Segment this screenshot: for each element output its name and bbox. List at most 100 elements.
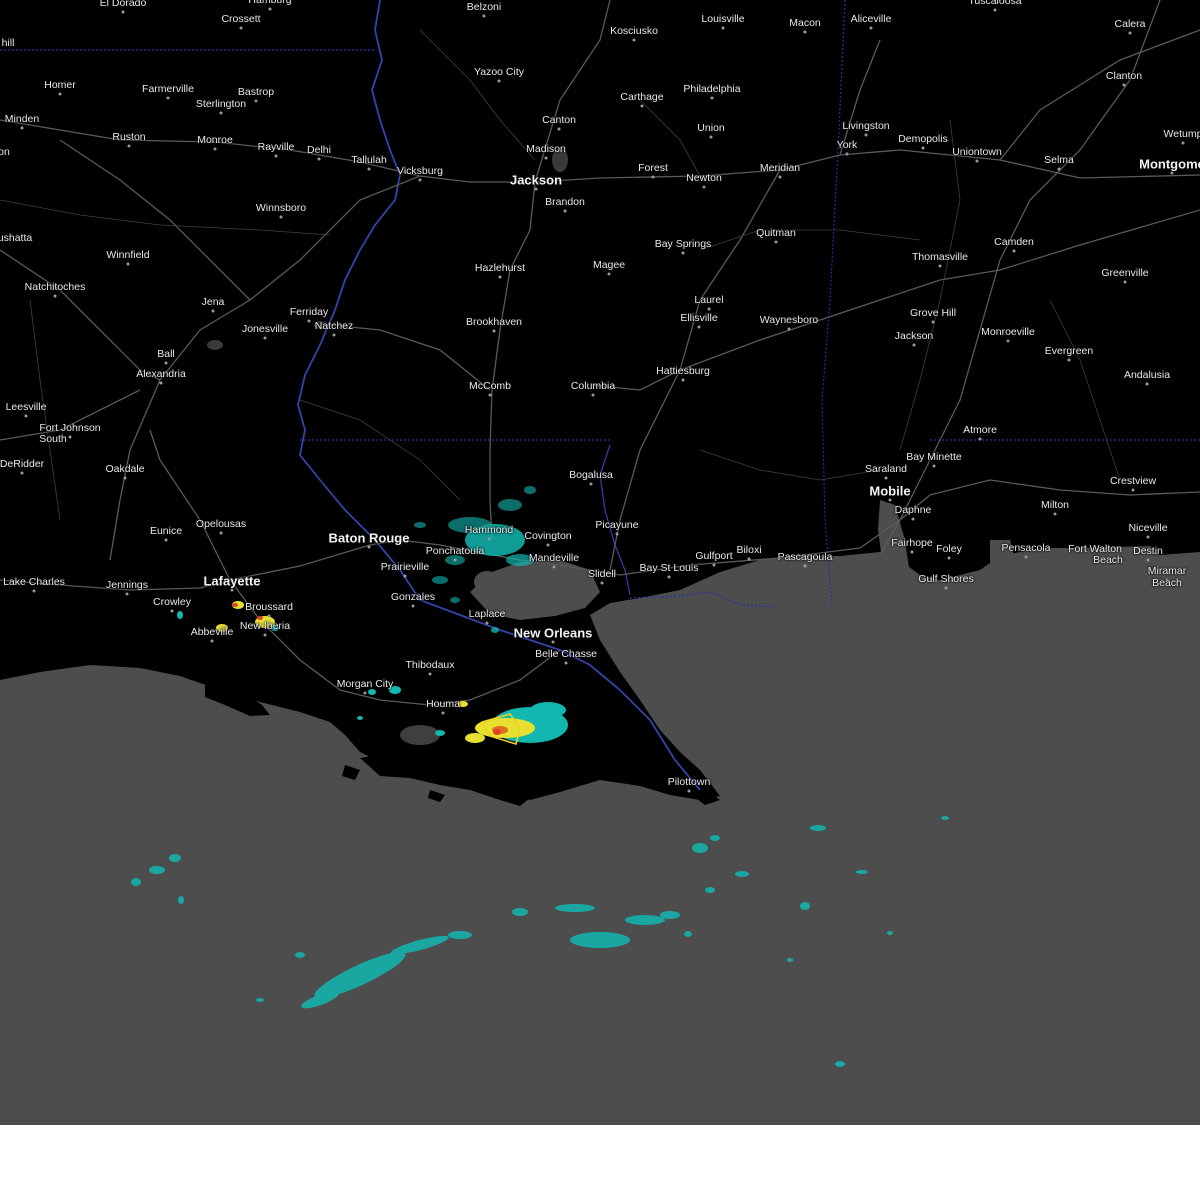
city-marker-oakdale (123, 476, 127, 480)
city-marker-wetumpka (1181, 141, 1185, 145)
city-label-crossett: Crossett (221, 12, 261, 25)
city-label-belzoni: Belzoni (466, 0, 502, 13)
city-marker-hazlehurst (498, 275, 502, 279)
city-label-yazoo-city: Yazoo City (474, 65, 524, 78)
city-marker-leesville (24, 414, 28, 418)
city-marker-vicksburg (418, 178, 422, 182)
city-label-evergreen: Evergreen (1044, 344, 1094, 357)
city-label-montgomery: Montgome (1139, 156, 1200, 172)
city-marker-gonzales (411, 604, 415, 608)
city-marker-broussard (267, 614, 271, 618)
city-marker-yazoo-city (497, 79, 501, 83)
city-label-fort-walton: Fort Walton (1068, 542, 1122, 555)
city-marker-clanton (1122, 83, 1126, 87)
city-label-saraland: Saraland (864, 462, 908, 475)
city-marker-lake-charles (32, 589, 36, 593)
city-label-fort-johnson-2: South (39, 432, 67, 445)
city-marker-ponchatoula (453, 558, 457, 562)
city-label-ferriday: Ferriday (289, 305, 329, 318)
city-label-uniontown: Uniontown (952, 145, 1002, 158)
city-label-camden: Camden (994, 235, 1034, 248)
city-label-natchitoches-w: ushatta (0, 231, 33, 244)
city-marker-gulfport (712, 563, 716, 567)
city-marker-eunice (164, 538, 168, 542)
city-label-crestview: Crestview (1109, 474, 1157, 487)
city-marker-mobile (888, 498, 892, 502)
city-marker-laurel (707, 307, 711, 311)
city-label-crowley: Crowley (153, 595, 191, 608)
city-label-waynesboro: Waynesboro (759, 313, 819, 326)
city-label-mobile: Mobile (869, 483, 911, 499)
city-label-carthage: Carthage (620, 90, 664, 103)
city-marker-laplace (485, 621, 489, 625)
city-marker-hamburg (268, 7, 272, 11)
radar-map[interactable]: El Dorado Hamburg Crossett Belzoni Kosciusko… (0, 0, 1200, 1125)
city-marker-ferriday (307, 319, 311, 323)
city-label-grove-hill: Grove Hill (909, 306, 957, 319)
city-marker-livingston (864, 133, 868, 137)
city-marker-magee (607, 272, 611, 276)
city-label-hattiesburg: Hattiesburg (656, 364, 710, 377)
city-label-aliceville: Aliceville (850, 12, 892, 25)
city-label-belle-chasse: Belle Chasse (535, 647, 597, 660)
city-label-calera: Calera (1114, 17, 1146, 30)
city-label-gonzales: Gonzales (390, 590, 436, 603)
city-marker-jackson-ms (534, 187, 538, 191)
city-label-bay-st-louis: Bay St Louis (639, 561, 699, 574)
city-label-brandon: Brandon (545, 195, 585, 208)
city-label-atmore: Atmore (963, 423, 997, 436)
city-marker-calera (1128, 31, 1132, 35)
city-label-farmerville: Farmerville (142, 82, 194, 95)
city-marker-winnsboro (279, 215, 283, 219)
city-label-eunice: Eunice (149, 524, 183, 537)
city-marker-el-dorado (121, 10, 125, 14)
city-label-union: Union (697, 121, 725, 134)
city-marker-union (709, 135, 713, 139)
city-marker-columbia (591, 393, 595, 397)
city-marker-picayune (615, 532, 619, 536)
city-marker-newton (702, 185, 706, 189)
city-label-monroeville: Monroeville (981, 325, 1035, 338)
city-marker-monroeville (1006, 339, 1010, 343)
city-marker-sterlington (219, 111, 223, 115)
city-marker-houma (441, 711, 445, 715)
city-marker-carthage (640, 104, 644, 108)
city-marker-jena (211, 309, 215, 313)
city-marker-selma (1057, 167, 1061, 171)
city-marker-new-orleans (551, 640, 555, 644)
city-label-ponchatoula: Ponchatoula (425, 544, 485, 557)
city-marker-jackson-al (912, 343, 916, 347)
city-label-york: York (836, 138, 858, 151)
city-marker-waynesboro (787, 327, 791, 331)
city-marker-ellisville (697, 325, 701, 329)
city-marker-macon (803, 30, 807, 34)
city-label-foley: Foley (936, 542, 962, 555)
city-marker-minden (20, 126, 24, 130)
city-marker-york (845, 152, 849, 156)
city-label-bastrop: Bastrop (237, 85, 275, 98)
city-label-bogalusa: Bogalusa (569, 468, 613, 481)
city-label-el-dorado: El Dorado (99, 0, 147, 9)
city-label-madison: Madison (526, 142, 566, 155)
city-label-milton: Milton (1040, 498, 1070, 511)
city-label-livingston: Livingston (842, 119, 890, 132)
city-marker-uniontown (975, 159, 979, 163)
city-label-canton: Canton (542, 113, 576, 126)
city-label-selma: Selma (1044, 153, 1074, 166)
footer-blank (0, 1125, 1200, 1200)
city-label-lake-charles: Lake Charles (3, 575, 65, 588)
city-label-meridian: Meridian (759, 161, 801, 174)
city-label-jackson-ms: Jackson (509, 172, 563, 188)
city-marker-crestview (1131, 488, 1135, 492)
city-label-homer: Homer (44, 78, 76, 91)
city-marker-bay-minette (932, 464, 936, 468)
city-marker-alexandria (159, 381, 163, 385)
city-label-magee: Magee (592, 258, 626, 271)
city-label-sterlington: Sterlington (195, 97, 247, 110)
city-marker-crossett (239, 26, 243, 30)
city-marker-quitman (774, 240, 778, 244)
city-label-forest: Forest (638, 161, 668, 174)
city-label-opelousas: Opelousas (195, 517, 247, 530)
city-label-jena: Jena (201, 295, 225, 308)
city-marker-homer (58, 92, 62, 96)
